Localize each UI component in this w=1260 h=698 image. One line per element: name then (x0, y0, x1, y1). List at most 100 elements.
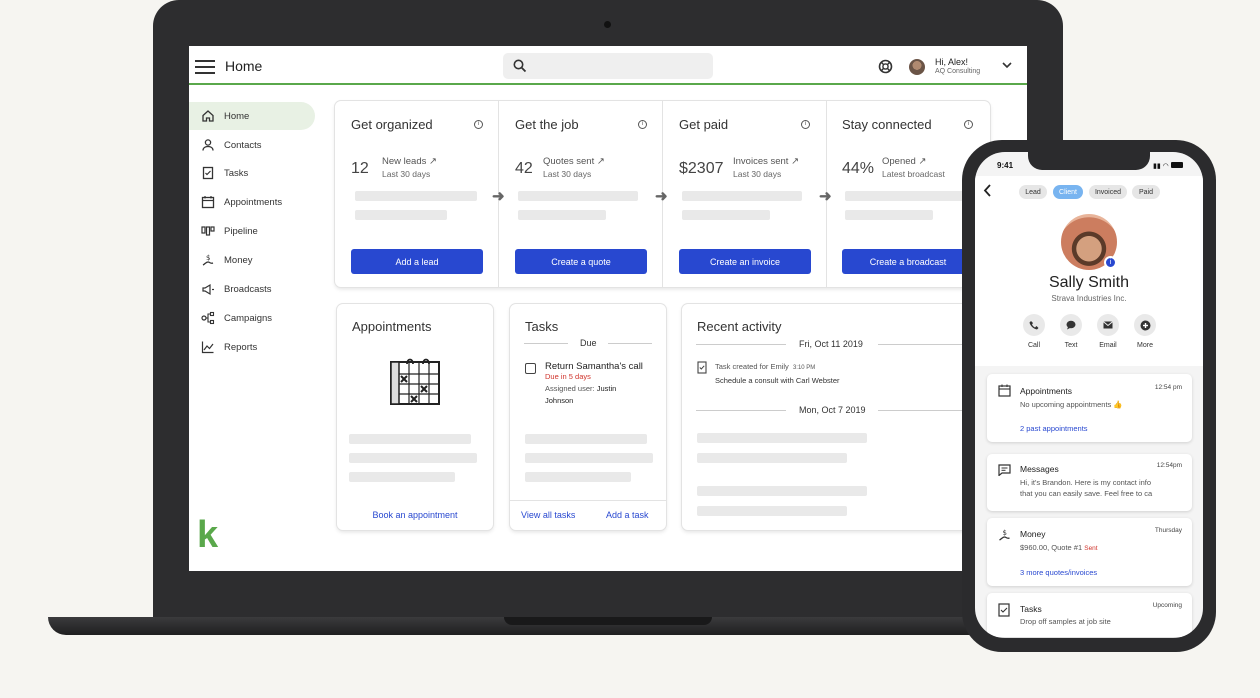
step-stat[interactable]: Quotes sent ↗ Last 30 days (543, 155, 605, 181)
phone-screen: 9:41 ▮▮ ◠ Lead Client Invoiced Paid i Sa… (975, 152, 1203, 638)
sidebar-item-appointments[interactable]: Appointments (189, 188, 315, 216)
stage-client[interactable]: Client (1053, 185, 1083, 199)
sidebar-item-tasks[interactable]: Tasks (189, 159, 315, 187)
arrow-right-icon: ➜ (655, 188, 668, 205)
money-icon: $ (999, 529, 1010, 541)
task-checkbox[interactable] (525, 363, 536, 374)
action-label: Call (1027, 342, 1041, 349)
assigned-label: Assigned user: (545, 384, 595, 393)
top-bar: Home Hi, Alex! AQ Consulting (189, 46, 1027, 85)
sidebar-item-money[interactable]: $ Money (189, 246, 315, 274)
step-title: Get paid (679, 117, 729, 132)
person-icon (202, 139, 214, 151)
email-button[interactable] (1097, 314, 1119, 336)
avatar[interactable] (909, 59, 925, 75)
laptop-camera (604, 21, 611, 28)
sidebar-item-label: Home (224, 110, 250, 122)
step-stat[interactable]: Opened ↗ Latest broadcast (882, 155, 945, 181)
menu-icon[interactable] (195, 56, 215, 78)
step-value: $2307 (679, 160, 724, 177)
create-broadcast-button[interactable]: Create a broadcast (842, 249, 974, 274)
message-icon (998, 464, 1011, 476)
call-button[interactable] (1023, 314, 1045, 336)
contact-name: Sally Smith (1048, 274, 1130, 291)
card-time: 12:54 pm (1154, 384, 1182, 391)
book-appointment-link[interactable]: Book an appointment (337, 510, 493, 520)
sidebar-item-label: Money (224, 254, 253, 266)
action-label: More (1137, 342, 1153, 349)
action-label: Text (1064, 342, 1078, 349)
sidebar-item-campaigns[interactable]: Campaigns (189, 304, 315, 332)
stat-label: Quotes sent (543, 156, 595, 167)
step-title: Get the job (515, 117, 579, 132)
money-summary-card[interactable]: $ Money Thursday $960.00, Quote #1 Sent … (987, 518, 1192, 586)
back-arrow-icon[interactable] (983, 184, 992, 197)
card-desc: No upcoming appointments 👍 (1020, 400, 1123, 409)
task-title[interactable]: Return Samantha's call (545, 361, 643, 372)
card-title: Appointments (1020, 386, 1072, 396)
tasks-summary-card[interactable]: Tasks Upcoming Drop off samples at job s… (987, 593, 1192, 637)
sidebar-item-broadcasts[interactable]: Broadcasts (189, 275, 315, 303)
info-icon[interactable]: i (964, 120, 973, 129)
checklist-icon (998, 603, 1010, 617)
add-lead-button[interactable]: Add a lead (351, 249, 483, 274)
info-badge-icon[interactable]: i (1104, 256, 1117, 269)
card-desc-text: No upcoming appointments (1020, 400, 1112, 409)
past-appointments-link[interactable]: 2 past appointments (1020, 424, 1088, 433)
create-quote-button[interactable]: Create a quote (515, 249, 647, 274)
chevron-down-icon[interactable] (1002, 62, 1012, 69)
sidebar-item-label: Tasks (224, 167, 249, 179)
money-icon: $ (202, 254, 214, 266)
assigned-name: Justin (596, 384, 617, 393)
sidebar: Home Contacts Tasks Appointments Pipelin… (189, 86, 319, 571)
messages-summary-card[interactable]: Messages 12:54pm Hi, it's Brandon. Here … (987, 454, 1192, 511)
pipeline-icon (201, 226, 215, 236)
more-button[interactable] (1134, 314, 1156, 336)
card-desc-text: $960.00, Quote #1 (1020, 543, 1083, 552)
add-task-link[interactable]: Add a task (606, 510, 649, 520)
step-stat[interactable]: New leads ↗ Last 30 days (382, 155, 437, 181)
sidebar-item-reports[interactable]: Reports (189, 333, 315, 361)
user-greeting: Hi, Alex! (935, 57, 969, 67)
card-desc: Drop off samples at job site (1020, 617, 1111, 626)
create-invoice-button[interactable]: Create an invoice (679, 249, 811, 274)
text-button[interactable] (1060, 314, 1082, 336)
sidebar-item-label: Contacts (224, 139, 262, 151)
stat-label: New leads (382, 156, 427, 167)
brand-logo: k (197, 514, 219, 556)
home-icon (202, 110, 214, 122)
search-input[interactable] (503, 53, 713, 79)
step-stat[interactable]: Invoices sent ↗ Last 30 days (733, 155, 799, 181)
info-icon[interactable]: i (638, 120, 647, 129)
action-label: Email (1099, 342, 1117, 349)
more-quotes-link[interactable]: 3 more quotes/invoices (1020, 568, 1097, 577)
stat-label: Opened (882, 156, 916, 167)
sidebar-item-pipeline[interactable]: Pipeline (189, 217, 315, 245)
help-icon[interactable] (878, 59, 893, 74)
activity-item-title[interactable]: Task created for Emily 3:10 PM (715, 362, 815, 371)
card-title: Appointments (352, 319, 432, 334)
info-icon[interactable]: i (801, 120, 810, 129)
svg-text:$: $ (206, 254, 210, 262)
card-time: Thursday (1154, 527, 1182, 534)
stat-label: Invoices sent (733, 156, 789, 167)
email-icon (1103, 321, 1113, 329)
stage-paid[interactable]: Paid (1132, 185, 1160, 199)
card-desc: Hi, it's Brandon. Here is my contact inf… (1020, 478, 1152, 487)
phone-icon (1029, 321, 1039, 330)
appointments-summary-card[interactable]: Appointments 12:54 pm No upcoming appoin… (987, 374, 1192, 442)
sidebar-item-contacts[interactable]: Contacts (189, 131, 315, 159)
stage-lead[interactable]: Lead (1019, 185, 1047, 199)
info-icon[interactable]: i (474, 120, 483, 129)
calendar-icon (201, 196, 215, 209)
stage-invoiced[interactable]: Invoiced (1089, 185, 1127, 199)
sidebar-item-home[interactable]: Home (189, 102, 315, 130)
card-title: Tasks (1020, 604, 1042, 614)
user-company: AQ Consulting (935, 68, 981, 75)
page-title: Home (225, 58, 263, 74)
sidebar-item-label: Reports (224, 341, 258, 353)
view-all-tasks-link[interactable]: View all tasks (521, 510, 575, 520)
laptop-notch (504, 617, 712, 625)
plus-circle-icon (1140, 320, 1150, 330)
section-label: Due (580, 338, 597, 348)
